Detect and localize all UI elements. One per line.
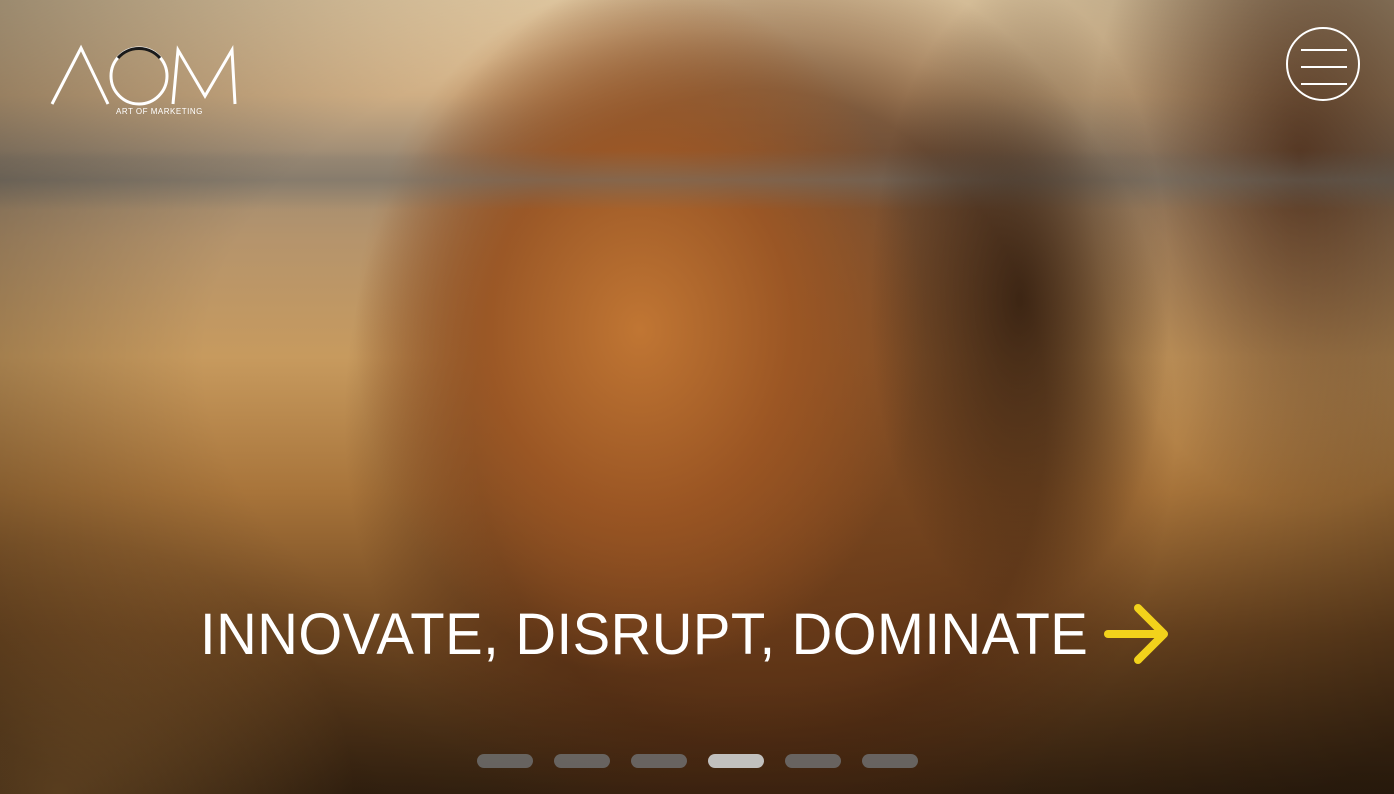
hero-section: ART OF MARKETING INNOVATE, DISRUPT, DOMI… [0, 0, 1394, 794]
slide-dot-2[interactable] [554, 754, 610, 768]
slide-pagination [477, 754, 918, 768]
hero-headline: INNOVATE, DISRUPT, DOMINATE [200, 601, 1089, 667]
menu-button[interactable] [1286, 27, 1360, 101]
brand-logo[interactable]: ART OF MARKETING [50, 44, 240, 120]
logo-mark [50, 44, 237, 106]
slide-dot-3[interactable] [631, 754, 687, 768]
slide-dot-6[interactable] [862, 754, 918, 768]
slide-dot-5[interactable] [785, 754, 841, 768]
arrow-right-icon [1104, 604, 1168, 664]
slide-dot-1[interactable] [477, 754, 533, 768]
logo-tagline: ART OF MARKETING [116, 107, 203, 116]
slide-dot-4-active[interactable] [708, 754, 764, 768]
next-slide-button[interactable] [1102, 600, 1172, 668]
headline-row: INNOVATE, DISRUPT, DOMINATE [200, 596, 1116, 672]
